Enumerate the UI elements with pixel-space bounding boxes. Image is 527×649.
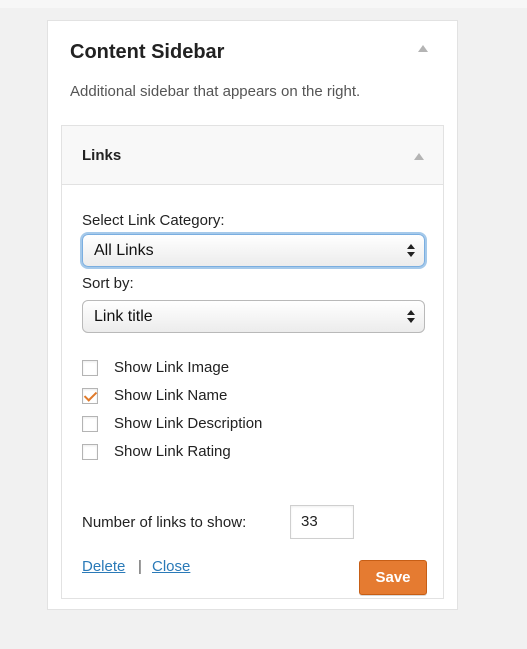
checkbox[interactable] <box>82 416 98 432</box>
option-show-link-name[interactable]: Show Link Name <box>82 387 382 407</box>
checkbox-label: Show Link Image <box>114 359 230 376</box>
checkbox-label: Show Link Name <box>114 387 228 404</box>
sort-by-value: Link title <box>94 308 153 325</box>
option-show-link-description[interactable]: Show Link Description <box>82 415 382 435</box>
close-link[interactable]: Close <box>152 558 190 575</box>
number-of-links-input[interactable]: 33 <box>290 505 354 539</box>
checkbox[interactable] <box>82 388 98 404</box>
checkbox[interactable] <box>82 444 98 460</box>
link-category-select[interactable]: All Links <box>82 234 425 267</box>
select-arrows-icon <box>407 244 415 258</box>
widget-toggle-icon[interactable] <box>414 153 424 160</box>
delete-link[interactable]: Delete <box>82 558 125 575</box>
number-of-links-label: Number of links to show: <box>82 514 247 531</box>
save-button[interactable]: Save <box>359 560 427 595</box>
collapse-arrow-icon[interactable] <box>418 45 428 52</box>
widget-header[interactable]: Links <box>62 126 443 185</box>
select-arrows-icon <box>407 310 415 324</box>
sort-by-select[interactable]: Link title <box>82 300 425 333</box>
sidebar-description: Additional sidebar that appears on the r… <box>70 83 361 100</box>
sidebar-title: Content Sidebar <box>70 41 225 63</box>
top-strip <box>0 0 527 8</box>
checkbox-label: Show Link Rating <box>114 443 231 460</box>
checkbox[interactable] <box>82 360 98 376</box>
link-category-value: All Links <box>94 242 154 259</box>
content-sidebar-panel: Content Sidebar Additional sidebar that … <box>47 20 458 610</box>
option-show-link-rating[interactable]: Show Link Rating <box>82 443 382 463</box>
checkbox-label: Show Link Description <box>114 415 263 432</box>
number-of-links-value: 33 <box>301 513 318 530</box>
sort-label: Sort by: <box>82 275 134 292</box>
widget-title: Links <box>82 147 122 164</box>
link-separator: | <box>138 558 142 575</box>
checkmark-icon <box>83 388 98 402</box>
links-widget: Links Select Link Category: All Links So… <box>61 125 444 599</box>
category-label: Select Link Category: <box>82 212 225 229</box>
option-show-link-image[interactable]: Show Link Image <box>82 359 382 379</box>
